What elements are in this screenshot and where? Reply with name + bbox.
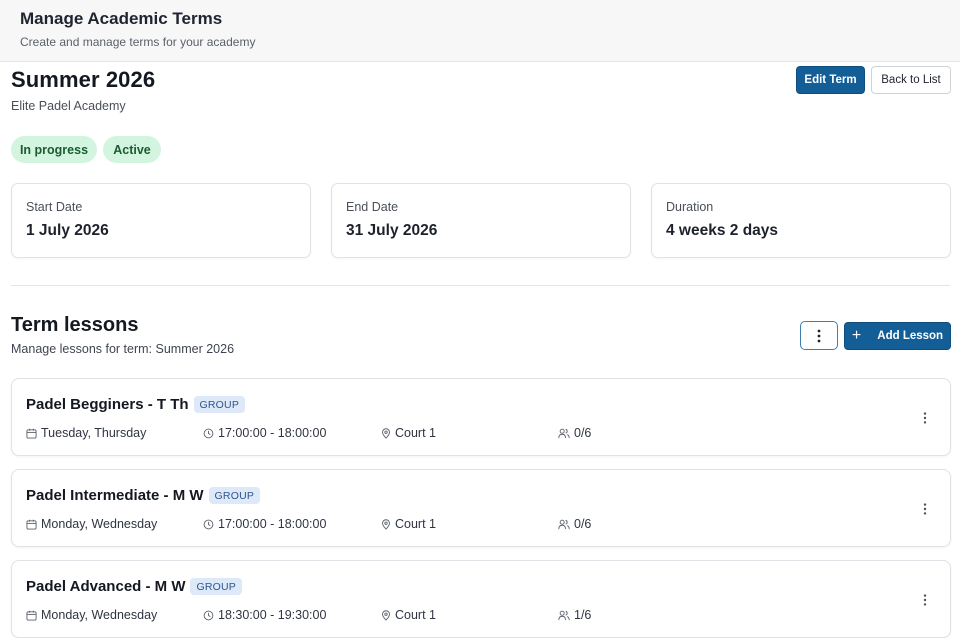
lesson-seats: 0/6 — [558, 426, 591, 440]
map-pin-icon — [382, 609, 390, 621]
clock-icon — [203, 428, 214, 438]
lesson-name: Padel Begginers - T Th — [26, 396, 189, 413]
lesson-seats-text: 0/6 — [574, 517, 592, 531]
clock-icon — [203, 610, 214, 620]
lesson-time: 17:00:00 - 18:00:00 — [203, 426, 326, 440]
lesson-court: Court 1 — [381, 608, 436, 622]
lesson-type-tag: GROUP — [208, 487, 261, 504]
lesson-court: Court 1 — [381, 517, 436, 531]
plus-icon: + — [851, 327, 862, 344]
lesson-time-text: 17:00:00 - 18:00:00 — [218, 517, 327, 531]
lesson-time-text: 18:30:00 - 19:30:00 — [218, 608, 327, 622]
lesson-seats-text: 1/6 — [574, 608, 592, 622]
duration-card: Duration 4 weeks 2 days — [651, 183, 951, 258]
lesson-days: Monday, Wednesday — [26, 517, 157, 531]
lesson-menu-button[interactable] — [917, 499, 933, 519]
lesson-time-text: 17:00:00 - 18:00:00 — [218, 426, 327, 440]
lesson-card[interactable]: Padel Begginers - T Th GROUP Tuesday, Th… — [11, 378, 951, 456]
lesson-title-row: Padel Intermediate - M W GROUP — [26, 487, 261, 504]
lesson-menu-button[interactable] — [917, 408, 933, 428]
lesson-name: Padel Advanced - M W — [26, 578, 186, 595]
term-academy: Elite Padel Academy — [11, 99, 126, 113]
lesson-title-row: Padel Advanced - M W GROUP — [26, 578, 242, 595]
lesson-court-text: Court 1 — [395, 517, 436, 531]
section-divider — [11, 285, 950, 286]
stat-value: 4 weeks 2 days — [666, 222, 779, 239]
lesson-court: Court 1 — [381, 426, 436, 440]
stat-label: Duration — [666, 200, 714, 214]
users-icon — [558, 610, 570, 620]
lesson-days: Tuesday, Thursday — [26, 426, 146, 440]
map-pin-icon — [382, 518, 390, 530]
stat-label: Start Date — [26, 200, 83, 214]
lessons-section-title: Term lessons — [11, 314, 139, 336]
lesson-days: Monday, Wednesday — [26, 608, 157, 622]
add-lesson-button[interactable]: + Add Lesson — [844, 322, 951, 350]
calendar-icon — [26, 519, 37, 530]
lesson-court-text: Court 1 — [395, 426, 436, 440]
lessons-section-subtitle: Manage lessons for term: Summer 2026 — [11, 342, 235, 356]
edit-term-button[interactable]: Edit Term — [796, 66, 865, 94]
add-lesson-label: Add Lesson — [877, 330, 944, 342]
stat-value: 31 July 2026 — [346, 222, 438, 239]
lesson-days-text: Monday, Wednesday — [41, 608, 158, 622]
lesson-seats: 1/6 — [558, 608, 591, 622]
lesson-days-text: Monday, Wednesday — [41, 517, 158, 531]
lesson-card[interactable]: Padel Intermediate - M W GROUP Monday, W… — [11, 469, 951, 547]
stat-label: End Date — [346, 200, 399, 214]
calendar-icon — [26, 428, 37, 439]
lesson-title-row: Padel Begginers - T Th GROUP — [26, 396, 246, 413]
lesson-card[interactable]: Padel Advanced - M W GROUP Monday, Wedne… — [11, 560, 951, 638]
end-date-card: End Date 31 July 2026 — [331, 183, 631, 258]
lesson-type-tag: GROUP — [190, 578, 242, 595]
lesson-court-text: Court 1 — [395, 608, 436, 622]
lesson-seats-text: 0/6 — [574, 426, 592, 440]
clock-icon — [203, 519, 214, 529]
lesson-seats: 0/6 — [558, 517, 591, 531]
vertical-ellipsis-icon — [923, 594, 927, 606]
page-header: Manage Academic Terms Create and manage … — [0, 0, 960, 62]
lesson-type-tag: GROUP — [193, 396, 246, 413]
page-subtitle: Create and manage terms for your academy — [20, 35, 256, 49]
vertical-ellipsis-icon — [817, 329, 821, 342]
lessons-more-button[interactable] — [800, 321, 838, 350]
lesson-name: Padel Intermediate - M W — [26, 487, 204, 504]
page-title: Manage Academic Terms — [20, 9, 223, 28]
start-date-card: Start Date 1 July 2026 — [11, 183, 311, 258]
users-icon — [558, 428, 570, 438]
calendar-icon — [26, 610, 37, 621]
status-badge-progress: In progress — [11, 136, 97, 163]
term-name: Summer 2026 — [11, 67, 156, 92]
users-icon — [558, 519, 570, 529]
stat-value: 1 July 2026 — [26, 222, 109, 239]
map-pin-icon — [382, 427, 390, 439]
lesson-time: 17:00:00 - 18:00:00 — [203, 517, 326, 531]
back-to-list-button[interactable]: Back to List — [871, 66, 951, 94]
lesson-time: 18:30:00 - 19:30:00 — [203, 608, 326, 622]
status-badge-active: Active — [103, 136, 161, 163]
vertical-ellipsis-icon — [923, 503, 927, 515]
lesson-days-text: Tuesday, Thursday — [41, 426, 147, 440]
lesson-menu-button[interactable] — [917, 590, 933, 610]
vertical-ellipsis-icon — [923, 412, 927, 424]
